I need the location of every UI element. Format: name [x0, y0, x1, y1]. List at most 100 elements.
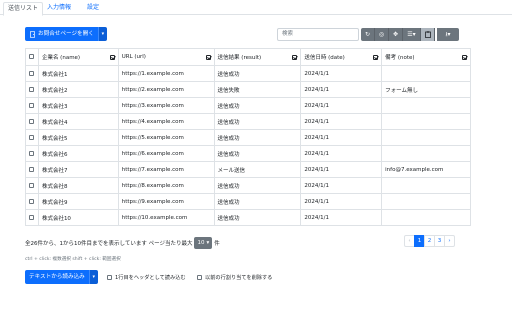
cell-note: [381, 177, 471, 194]
clear-assignment-checkbox[interactable]: [197, 275, 202, 280]
import-text-button[interactable]: テキストから読み込み: [25, 270, 89, 284]
cell-date: 2024/1/1: [300, 81, 383, 98]
table-row[interactable]: 株式会社6 https://6.example.com 送信成功 2024/1/1: [25, 145, 471, 162]
table-row[interactable]: 株式会社3 https://3.example.com 送信成功 2024/1/1: [25, 97, 471, 114]
cell-name: 株式会社7: [37, 161, 119, 178]
select-all-cell[interactable]: [25, 48, 39, 66]
row-select-cell[interactable]: [25, 193, 39, 210]
cell-url: https://8.example.com: [117, 177, 215, 194]
cell-url: https://1.example.com: [117, 65, 215, 82]
tab-settings[interactable]: 設定: [83, 2, 103, 15]
open-form-dropdown-toggle[interactable]: ▾: [97, 27, 107, 41]
cell-note: [381, 97, 471, 114]
open-form-button-label: お問合せページを開く: [38, 31, 94, 37]
row-select-cell[interactable]: [25, 177, 39, 194]
clipboard-icon[interactable]: [421, 28, 435, 41]
toggle-view-icon[interactable]: ◎: [375, 28, 389, 41]
select-all-checkbox[interactable]: [29, 54, 35, 59]
row-select-cell[interactable]: [25, 65, 39, 82]
cell-note: [381, 113, 471, 130]
chevron-down-icon: ▾: [206, 240, 210, 246]
cell-result: 送信成功: [213, 97, 302, 114]
table-row[interactable]: 株式会社10 https://10.example.com 送信成功 2024/1/1: [25, 209, 471, 226]
column-header-url[interactable]: URL (url): [117, 48, 215, 66]
cell-note: [381, 145, 471, 162]
cell-date: 2024/1/1: [300, 209, 383, 226]
cell-url: https://10.example.com: [117, 209, 215, 226]
row-select-cell[interactable]: [25, 81, 39, 98]
column-header-name[interactable]: 企業名 (name): [37, 48, 119, 66]
table-row[interactable]: 株式会社5 https://5.example.com 送信成功 2024/1/1: [25, 129, 471, 146]
tab-send-list[interactable]: 送信リスト: [3, 2, 44, 16]
row-select-cell[interactable]: [25, 113, 39, 130]
cell-result: 送信成功: [213, 65, 302, 82]
export-icon[interactable]: ⭳▾: [437, 28, 459, 41]
row-checkbox[interactable]: [29, 86, 35, 92]
clear-assignment-option[interactable]: 以前の行割り当てを削除する: [197, 274, 272, 281]
columns-icon[interactable]: ☰▾: [403, 28, 421, 41]
column-header-result[interactable]: 送信結果 (result): [213, 48, 302, 66]
clear-assignment-option-label: 以前の行割り当てを削除する: [205, 275, 273, 281]
table-row[interactable]: 株式会社1 https://1.example.com 送信成功 2024/1/1: [25, 65, 471, 82]
column-checkbox[interactable]: [462, 54, 467, 60]
pagination-next[interactable]: ›: [444, 235, 455, 247]
refresh-icon[interactable]: ↻: [361, 28, 375, 41]
header-row-option[interactable]: 1行目をヘッダとして読み込む: [107, 274, 186, 281]
column-header-label: 送信日時 (date): [304, 55, 345, 61]
cell-name: 株式会社5: [37, 129, 119, 146]
import-dropdown-toggle[interactable]: ▾: [88, 270, 98, 284]
table-row[interactable]: 株式会社2 https://2.example.com 送信失敗 2024/1/1 フォ…: [25, 81, 471, 98]
row-select-cell[interactable]: [25, 129, 39, 146]
cell-result: 送信成功: [213, 113, 302, 130]
cell-url: https://3.example.com: [117, 97, 215, 114]
cell-note: [381, 129, 471, 146]
fullscreen-icon[interactable]: ✥: [389, 28, 403, 41]
cell-date: 2024/1/1: [300, 129, 383, 146]
column-checkbox[interactable]: [292, 54, 298, 60]
row-select-cell[interactable]: [25, 145, 39, 162]
cell-url: https://2.example.com: [117, 81, 215, 98]
row-checkbox[interactable]: [29, 118, 35, 124]
tab-bar: 送信リスト 入力情報 設定: [0, 0, 512, 16]
search-input[interactable]: 検索: [277, 28, 359, 41]
column-header-note[interactable]: 備考 (note): [381, 48, 471, 66]
page-size-select[interactable]: 10 ▾: [194, 237, 213, 249]
door-icon: [30, 30, 35, 38]
column-checkbox[interactable]: [205, 54, 211, 60]
column-header-date[interactable]: 送信日時 (date): [300, 48, 383, 66]
row-select-cell[interactable]: [25, 161, 39, 178]
row-checkbox[interactable]: [29, 166, 35, 172]
row-select-cell[interactable]: [25, 97, 39, 114]
table-row[interactable]: 株式会社9 https://9.example.com 送信成功 2024/1/1: [25, 193, 471, 210]
row-checkbox[interactable]: [29, 102, 35, 108]
row-checkbox[interactable]: [29, 182, 35, 188]
header-row-checkbox[interactable]: [107, 275, 112, 280]
row-checkbox[interactable]: [29, 70, 35, 76]
header-row-option-label: 1行目をヘッダとして読み込む: [115, 275, 186, 281]
cell-date: 2024/1/1: [300, 145, 383, 162]
open-form-button[interactable]: お問合せページを開く: [25, 27, 98, 41]
table-row[interactable]: 株式会社7 https://7.example.com メール送信 2024/1/1 i…: [25, 161, 471, 178]
column-checkbox[interactable]: [373, 54, 379, 60]
clipboard-glyph: [424, 31, 431, 38]
cell-note: [381, 209, 471, 226]
tab-input-info[interactable]: 入力情報: [43, 2, 75, 15]
row-checkbox[interactable]: [29, 150, 35, 156]
cell-name: 株式会社8: [37, 177, 119, 194]
summary-text: 全26件から、1から10件目までを表示しています ページ当たり最大: [25, 241, 193, 247]
row-checkbox[interactable]: [29, 214, 35, 220]
open-form-button-group: お問合せページを開く ▾: [25, 27, 107, 41]
cell-result: 送信成功: [213, 193, 302, 210]
cell-name: 株式会社6: [37, 145, 119, 162]
row-checkbox[interactable]: [29, 134, 35, 140]
row-select-cell[interactable]: [25, 209, 39, 226]
cell-result: メール送信: [213, 161, 302, 178]
table-row[interactable]: 株式会社8 https://8.example.com 送信成功 2024/1/1: [25, 177, 471, 194]
cell-name: 株式会社3: [37, 97, 119, 114]
table-row[interactable]: 株式会社4 https://4.example.com 送信成功 2024/1/1: [25, 113, 471, 130]
cell-result: 送信成功: [213, 129, 302, 146]
cell-date: 2024/1/1: [300, 97, 383, 114]
row-checkbox[interactable]: [29, 198, 35, 204]
column-checkbox[interactable]: [109, 54, 115, 60]
summary-unit: 件: [214, 241, 220, 247]
